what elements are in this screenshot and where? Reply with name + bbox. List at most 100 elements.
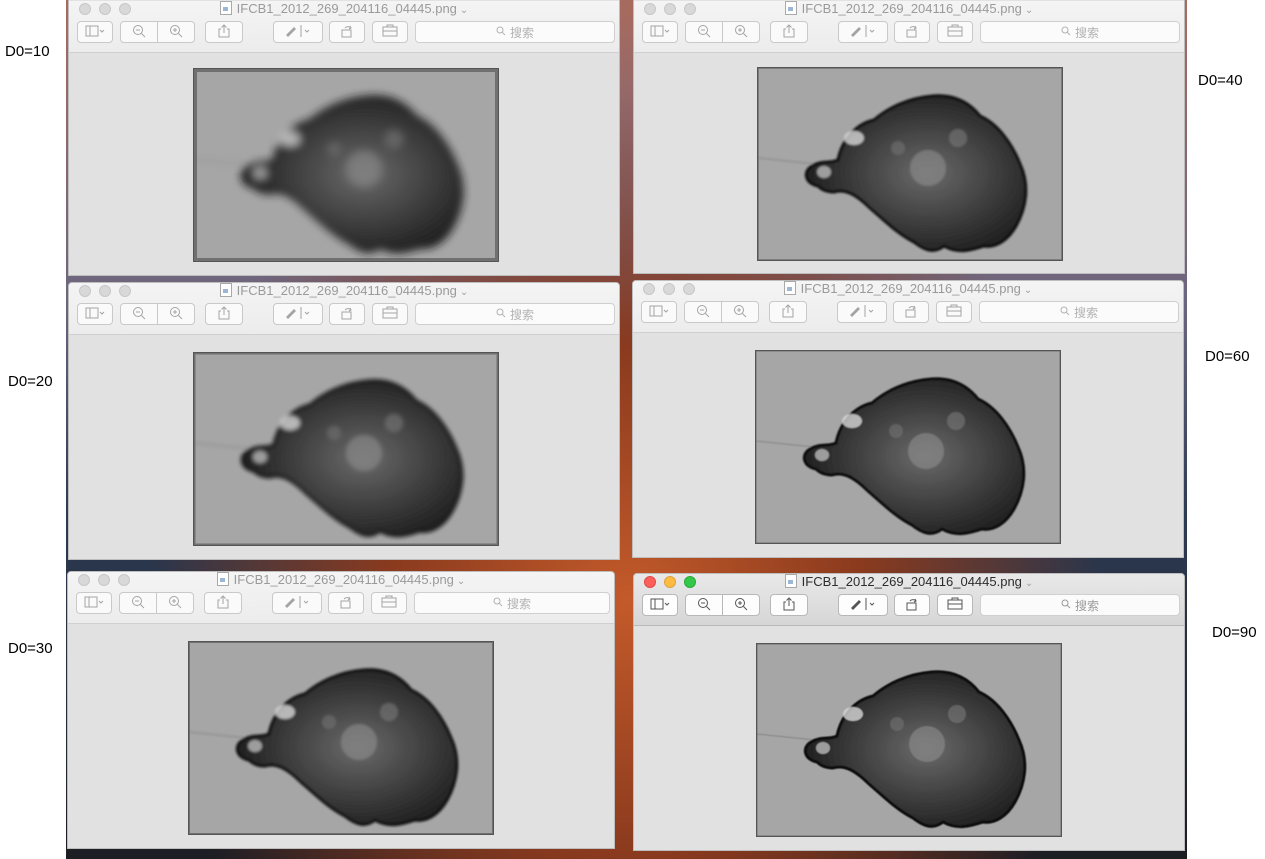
toolbar: 搜索 <box>77 303 615 327</box>
toolbox-button[interactable] <box>936 301 972 323</box>
search-field[interactable]: 搜索 <box>414 592 610 614</box>
sidebar-button[interactable] <box>77 303 113 325</box>
zoom-in-button[interactable] <box>722 21 760 43</box>
markup-button[interactable] <box>273 303 323 325</box>
sidebar-button[interactable] <box>641 301 677 323</box>
zoom-in-button[interactable] <box>721 301 759 323</box>
share-icon <box>217 594 229 612</box>
markup-button[interactable] <box>272 592 322 614</box>
zoom-out-button[interactable] <box>119 592 157 614</box>
window-title[interactable]: IFCB1_2012_269_204116_04445.png ⌄ <box>68 572 614 590</box>
zoom-in-button[interactable] <box>722 594 760 616</box>
filtered-image <box>757 67 1063 261</box>
sidebar-icon <box>649 305 669 320</box>
share-button[interactable] <box>770 21 808 43</box>
zoom-in-button[interactable] <box>157 21 195 43</box>
window-title[interactable]: IFCB1_2012_269_204116_04445.png ⌄ <box>69 1 619 19</box>
preview-window[interactable]: IFCB1_2012_269_204116_04445.png ⌄ 搜索 <box>633 573 1185 851</box>
window-titlebar: IFCB1_2012_269_204116_04445.png ⌄ 搜索 <box>634 574 1184 626</box>
markup-icon <box>283 306 313 323</box>
markup-button[interactable] <box>838 594 888 616</box>
image-viewport <box>69 53 619 275</box>
zoom-out-button[interactable] <box>685 594 723 616</box>
share-button[interactable] <box>769 301 807 323</box>
zoom-out-icon <box>696 304 710 321</box>
rotate-button[interactable] <box>329 303 365 325</box>
sidebar-icon <box>650 25 670 40</box>
search-field[interactable]: 搜索 <box>979 301 1179 323</box>
window-titlebar: IFCB1_2012_269_204116_04445.png ⌄ 搜索 <box>69 283 619 335</box>
toolbox-button[interactable] <box>372 303 408 325</box>
rotate-button[interactable] <box>328 592 364 614</box>
window-title[interactable]: IFCB1_2012_269_204116_04445.png ⌄ <box>634 574 1184 592</box>
markup-button[interactable] <box>273 21 323 43</box>
sidebar-button[interactable] <box>77 21 113 43</box>
rotate-button[interactable] <box>894 594 930 616</box>
window-titlebar: IFCB1_2012_269_204116_04445.png ⌄ 搜索 <box>634 1 1184 53</box>
png-file-icon <box>783 281 796 295</box>
window-title-text: IFCB1_2012_269_204116_04445.png <box>233 572 454 587</box>
share-button[interactable] <box>205 21 243 43</box>
search-icon <box>496 307 506 321</box>
png-file-icon <box>784 574 797 588</box>
preview-window[interactable]: IFCB1_2012_269_204116_04445.png ⌄ 搜索 <box>67 571 615 849</box>
rotate-icon <box>340 306 354 323</box>
preview-window[interactable]: IFCB1_2012_269_204116_04445.png ⌄ 搜索 <box>68 282 620 560</box>
rotate-button[interactable] <box>893 301 929 323</box>
zoom-in-button[interactable] <box>157 303 195 325</box>
zoom-in-icon <box>169 24 183 41</box>
search-field[interactable]: 搜索 <box>415 21 615 43</box>
d0-label: D0=20 <box>8 373 53 390</box>
search-field[interactable]: 搜索 <box>980 594 1180 616</box>
toolbox-button[interactable] <box>371 592 407 614</box>
zoom-out-button[interactable] <box>684 301 722 323</box>
window-title[interactable]: IFCB1_2012_269_204116_04445.png ⌄ <box>69 283 619 301</box>
png-file-icon <box>219 1 232 15</box>
sidebar-button[interactable] <box>642 594 678 616</box>
markup-button[interactable] <box>838 21 888 43</box>
share-icon <box>218 23 230 41</box>
zoom-out-icon <box>697 24 711 41</box>
sidebar-button[interactable] <box>642 21 678 43</box>
toolbox-button[interactable] <box>937 21 973 43</box>
zoom-in-icon <box>169 306 183 323</box>
markup-button[interactable] <box>837 301 887 323</box>
share-icon <box>782 303 794 321</box>
zoom-out-button[interactable] <box>120 303 158 325</box>
share-button[interactable] <box>204 592 242 614</box>
sidebar-icon <box>85 307 105 322</box>
window-title[interactable]: IFCB1_2012_269_204116_04445.png ⌄ <box>634 1 1184 19</box>
toolbox-button[interactable] <box>937 594 973 616</box>
zoom-out-button[interactable] <box>685 21 723 43</box>
search-placeholder: 搜索 <box>1073 305 1098 320</box>
toolbox-icon <box>382 24 398 40</box>
share-button[interactable] <box>770 594 808 616</box>
rotate-button[interactable] <box>894 21 930 43</box>
search-placeholder: 搜索 <box>506 596 531 611</box>
preview-window[interactable]: IFCB1_2012_269_204116_04445.png ⌄ 搜索 <box>633 0 1185 274</box>
sidebar-icon <box>84 596 104 611</box>
toolbox-icon <box>946 304 962 320</box>
search-field[interactable]: 搜索 <box>415 303 615 325</box>
sidebar-button[interactable] <box>76 592 112 614</box>
search-field[interactable]: 搜索 <box>980 21 1180 43</box>
preview-window[interactable]: IFCB1_2012_269_204116_04445.png ⌄ 搜索 <box>632 280 1184 558</box>
zoom-in-button[interactable] <box>156 592 194 614</box>
markup-icon <box>848 597 878 614</box>
window-title[interactable]: IFCB1_2012_269_204116_04445.png ⌄ <box>633 281 1183 299</box>
share-button[interactable] <box>205 303 243 325</box>
toolbox-button[interactable] <box>372 21 408 43</box>
window-title-text: IFCB1_2012_269_204116_04445.png <box>801 1 1022 16</box>
image-viewport <box>69 335 619 559</box>
share-icon <box>218 305 230 323</box>
zoom-out-icon <box>132 24 146 41</box>
png-file-icon <box>784 1 797 15</box>
preview-window[interactable]: IFCB1_2012_269_204116_04445.png ⌄ 搜索 <box>68 0 620 276</box>
zoom-out-button[interactable] <box>120 21 158 43</box>
d0-label: D0=90 <box>1212 624 1257 641</box>
zoom-in-icon <box>734 597 748 614</box>
toolbox-icon <box>947 24 963 40</box>
rotate-button[interactable] <box>329 21 365 43</box>
chevron-down-icon: ⌄ <box>1024 5 1034 16</box>
image-viewport <box>68 624 614 848</box>
